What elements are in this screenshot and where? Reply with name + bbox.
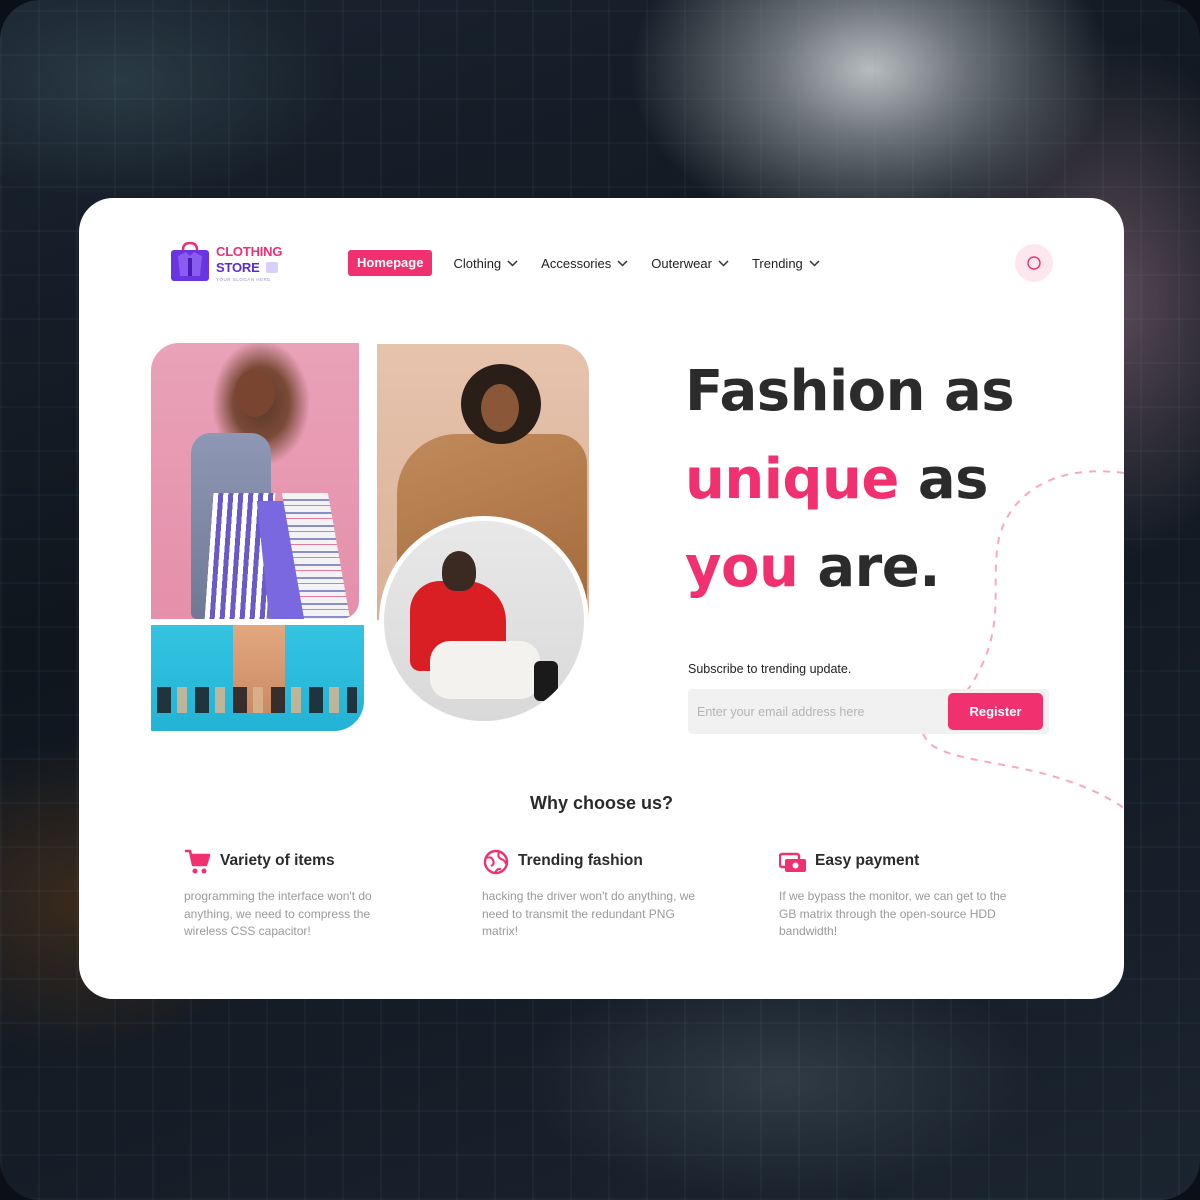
chevron-down-icon: [617, 259, 628, 267]
hero-line-3: you are.: [685, 524, 1014, 612]
nav-homepage[interactable]: Homepage: [348, 250, 433, 276]
nav-clothing-label: Clothing: [453, 255, 502, 271]
cart-icon: [185, 849, 211, 874]
feature-title: Trending fashion: [518, 852, 643, 869]
hero-accent-unique: unique: [685, 447, 899, 512]
why-choose-us-title: Why choose us?: [529, 793, 673, 813]
chevron-down-icon: [507, 259, 518, 267]
email-input[interactable]: [688, 689, 943, 734]
search-icon: [1027, 256, 1041, 270]
cash-icon: [779, 852, 806, 872]
nav-outerwear[interactable]: Outerwear: [651, 256, 729, 271]
nav-accessories-label: Accessories: [541, 255, 612, 271]
store-logo[interactable]: CLOTHING STORE YOUR SLOGAN HERE: [169, 236, 283, 288]
search-button[interactable]: [1015, 244, 1053, 282]
hero-heading: Fashion as unique as you are.: [685, 348, 1015, 612]
logo-accent-square: [266, 262, 278, 273]
shopping-bag-logo-icon: [171, 242, 209, 281]
logo-slogan: YOUR SLOGAN HERE: [216, 277, 271, 282]
nav-accessories[interactable]: Accessories: [541, 256, 628, 271]
hero-line-2-rest: as: [898, 447, 989, 512]
hero-line-2: unique as: [685, 436, 1014, 524]
nav-clothing[interactable]: Clothing: [453, 256, 518, 271]
photo-shoes-collection: [151, 625, 364, 731]
feature-title: Variety of items: [220, 852, 335, 869]
logo-text-clothing: CLOTHING: [216, 244, 283, 259]
logo-text-store: STORE: [216, 260, 260, 275]
main-nav: Homepage Clothing Accessories Outerwear …: [348, 250, 843, 276]
photo-woman-shopping-bags: [151, 343, 359, 619]
feature-description: hacking the driver won't do anything, we…: [482, 889, 696, 938]
feature-description: If we bypass the monitor, we can get to …: [779, 889, 1007, 938]
landing-page-card: CLOTHING STORE YOUR SLOGAN HERE Homepage…: [79, 198, 1124, 999]
feature-description: programming the interface won't do anyth…: [184, 889, 372, 938]
chevron-down-icon: [718, 259, 729, 267]
hero-line-3-rest: are.: [798, 535, 940, 600]
subscribe-label: Subscribe to trending update.: [688, 662, 852, 676]
chevron-down-icon: [809, 259, 820, 267]
hero-line-1: Fashion as: [685, 359, 1015, 424]
globe-icon: [483, 849, 509, 875]
hero-accent-you: you: [685, 535, 799, 600]
nav-outerwear-label: Outerwear: [651, 255, 712, 271]
nav-trending-label: Trending: [751, 255, 803, 271]
feature-title: Easy payment: [815, 852, 920, 869]
register-button[interactable]: Register: [948, 693, 1043, 730]
subscribe-form: Register: [688, 689, 1049, 734]
nav-trending[interactable]: Trending: [752, 256, 820, 271]
photo-woman-red-jacket: [379, 516, 589, 726]
